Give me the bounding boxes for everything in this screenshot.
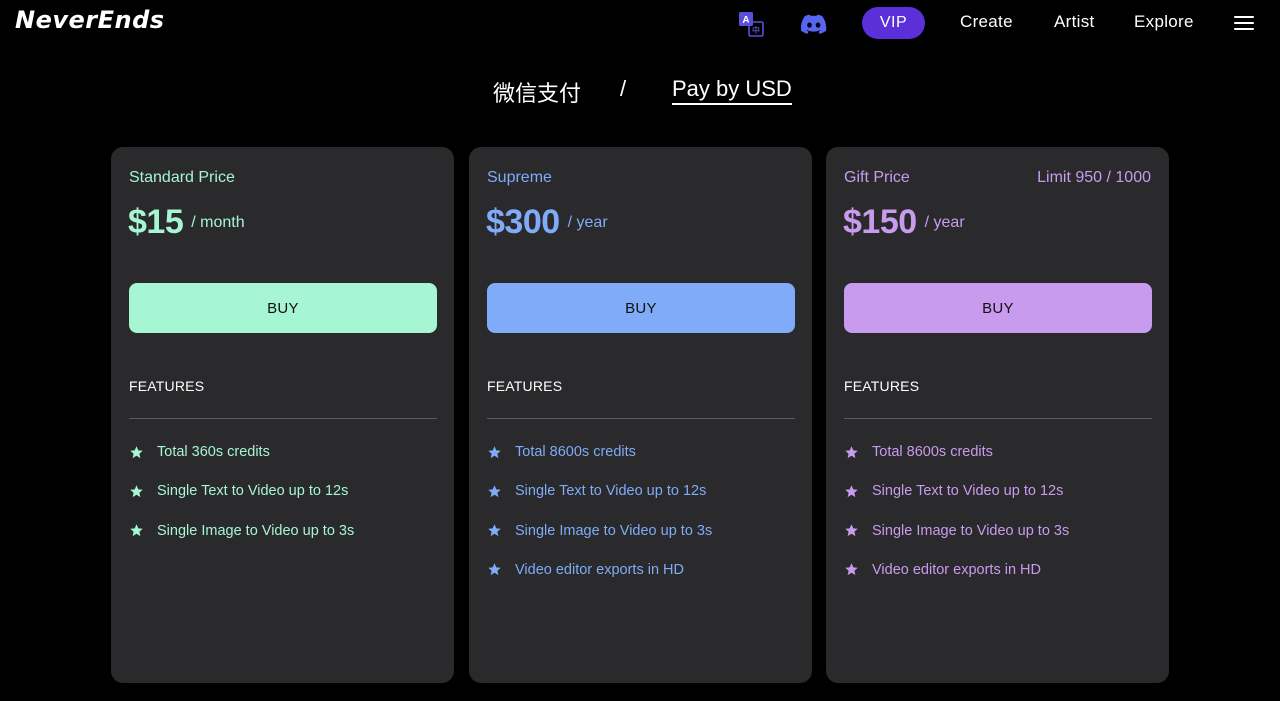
- list-item: Single Image to Video up to 3s: [487, 521, 795, 541]
- hamburger-menu-icon[interactable]: [1234, 16, 1254, 32]
- divider: [487, 418, 795, 419]
- plan-title: Supreme: [487, 169, 552, 186]
- top-nav-bar: NeverEnds A 中 VIP Create Artist Explore: [0, 0, 1280, 48]
- list-item: Video editor exports in HD: [844, 560, 1152, 580]
- feature-text: Single Text to Video up to 12s: [157, 483, 349, 500]
- list-item: Total 8600s credits: [487, 442, 795, 462]
- list-item: Single Text to Video up to 12s: [844, 481, 1152, 501]
- star-icon: [845, 445, 858, 458]
- feature-text: Total 8600s credits: [515, 444, 636, 460]
- plan-period: / year: [924, 214, 965, 231]
- svg-text:中: 中: [752, 25, 760, 35]
- plan-card-supreme: Supreme $300 / year BUY FEATURES Total 8…: [469, 147, 812, 683]
- feature-text: Single Image to Video up to 3s: [872, 522, 1070, 539]
- payment-method-toggle: 微信支付 / Pay by USD: [0, 76, 1280, 108]
- feature-list: Total 8600s credits Single Text to Video…: [844, 442, 1152, 599]
- logo[interactable]: NeverEnds: [15, 6, 165, 34]
- star-icon: [845, 485, 858, 497]
- feature-text: Total 8600s credits: [872, 444, 993, 460]
- plan-price: $300: [486, 203, 560, 241]
- plan-card-gift: Gift Price Limit 950 / 1000 $150 / year …: [826, 147, 1169, 683]
- plan-period: / year: [567, 214, 608, 231]
- buy-button-supreme[interactable]: BUY: [487, 283, 795, 333]
- star-icon: [488, 563, 501, 576]
- pay-usd-tab[interactable]: Pay by USD: [672, 76, 792, 105]
- pay-wechat-tab[interactable]: 微信支付: [493, 76, 581, 108]
- divider: [844, 418, 1152, 419]
- list-item: Single Text to Video up to 12s: [129, 481, 437, 501]
- buy-button-standard[interactable]: BUY: [129, 283, 437, 333]
- nav-explore[interactable]: Explore: [1134, 12, 1194, 32]
- buy-button-gift[interactable]: BUY: [844, 283, 1152, 333]
- feature-text: Single Image to Video up to 3s: [157, 522, 355, 539]
- translate-icon[interactable]: A 中: [737, 10, 765, 38]
- star-icon: [130, 485, 143, 497]
- feature-text: Single Text to Video up to 12s: [515, 483, 707, 500]
- pay-separator: /: [620, 76, 627, 101]
- price-row: $150 / year: [843, 203, 965, 242]
- plan-card-standard: Standard Price $15 / month BUY FEATURES …: [111, 147, 454, 683]
- star-icon: [488, 485, 501, 497]
- star-icon: [130, 445, 143, 458]
- features-label: FEATURES: [129, 378, 205, 394]
- feature-text: Single Image to Video up to 3s: [515, 522, 713, 539]
- star-icon: [845, 563, 858, 576]
- list-item: Single Image to Video up to 3s: [844, 521, 1152, 541]
- divider: [129, 418, 437, 419]
- plan-period: / month: [191, 214, 245, 231]
- feature-list: Total 8600s credits Single Text to Video…: [487, 442, 795, 599]
- feature-text: Single Text to Video up to 12s: [872, 483, 1064, 500]
- list-item: Single Image to Video up to 3s: [129, 521, 437, 541]
- list-item: Single Text to Video up to 12s: [487, 481, 795, 501]
- feature-list: Total 360s credits Single Text to Video …: [129, 442, 437, 560]
- list-item: Total 360s credits: [129, 442, 437, 462]
- star-icon: [488, 445, 501, 458]
- star-icon: [845, 524, 858, 537]
- plan-title: Standard Price: [129, 169, 235, 186]
- price-row: $300 / year: [486, 203, 608, 242]
- discord-icon[interactable]: [801, 13, 827, 35]
- star-icon: [130, 524, 143, 537]
- plan-price: $15: [128, 203, 184, 241]
- feature-text: Video editor exports in HD: [515, 561, 684, 578]
- vip-button[interactable]: VIP: [862, 7, 925, 39]
- list-item: Video editor exports in HD: [487, 560, 795, 580]
- plan-price: $150: [843, 203, 917, 241]
- plan-title: Gift Price: [844, 169, 910, 186]
- nav-artist[interactable]: Artist: [1054, 12, 1095, 32]
- nav-create[interactable]: Create: [960, 12, 1013, 32]
- features-label: FEATURES: [487, 378, 563, 394]
- list-item: Total 8600s credits: [844, 442, 1152, 462]
- feature-text: Video editor exports in HD: [872, 561, 1041, 578]
- star-icon: [488, 524, 501, 537]
- feature-text: Total 360s credits: [157, 444, 270, 460]
- plan-limit: Limit 950 / 1000: [1037, 169, 1151, 186]
- price-row: $15 / month: [128, 203, 245, 242]
- features-label: FEATURES: [844, 378, 920, 394]
